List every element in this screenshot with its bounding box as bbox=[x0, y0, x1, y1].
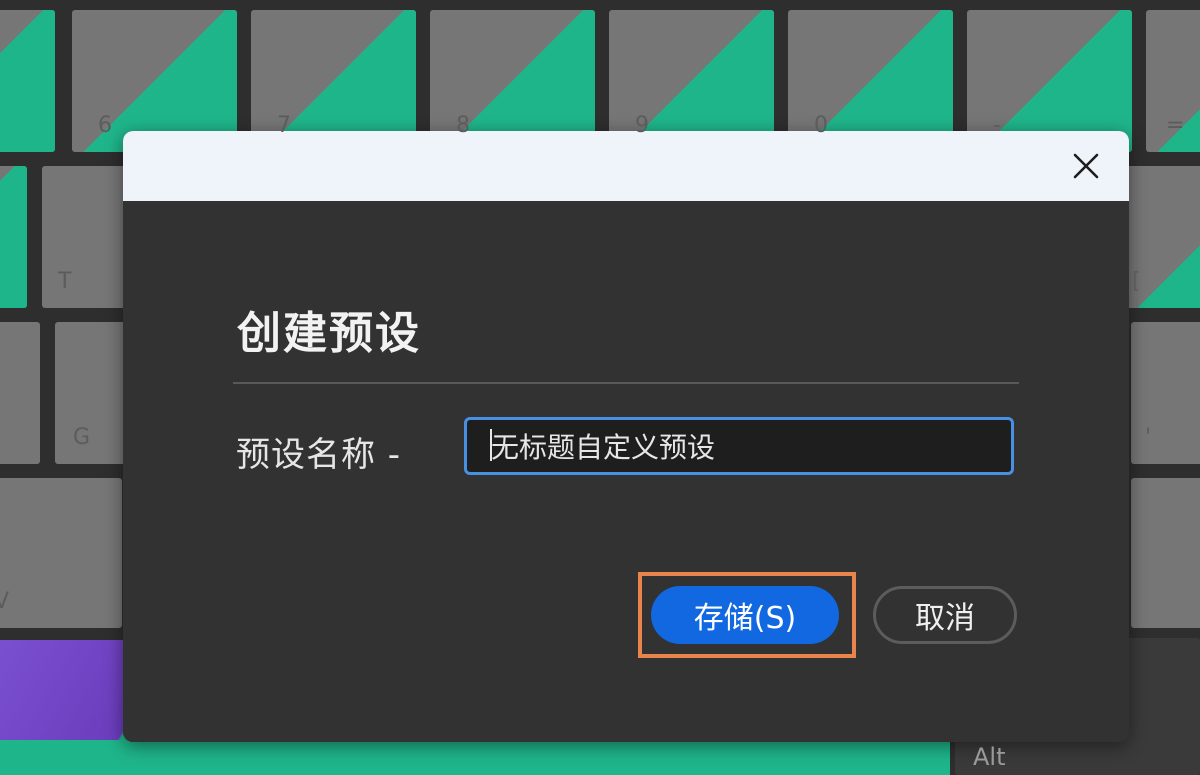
divider bbox=[233, 382, 1019, 384]
key-label: Alt bbox=[973, 743, 1006, 771]
key-label: - bbox=[993, 113, 1001, 138]
key-v: V bbox=[0, 478, 122, 628]
close-icon bbox=[1073, 153, 1099, 179]
key-equals: = bbox=[1146, 10, 1200, 152]
key-label: 7 bbox=[277, 113, 291, 138]
cancel-button[interactable]: 取消 bbox=[873, 586, 1017, 644]
text-cursor bbox=[490, 429, 492, 461]
key-label: ' bbox=[1145, 425, 1152, 450]
key-label: T bbox=[58, 269, 72, 294]
spacebar-key bbox=[0, 740, 950, 775]
dialog-titlebar bbox=[123, 131, 1129, 201]
create-preset-dialog: 创建预设 预设名称 - 存储(S) 取消 bbox=[123, 131, 1129, 742]
dialog-title: 创建预设 bbox=[237, 308, 421, 359]
save-button[interactable]: 存储(S) bbox=[651, 586, 839, 644]
key-quote: ' bbox=[1131, 322, 1200, 464]
key-bracket: [ bbox=[1126, 166, 1200, 308]
key-label: G bbox=[73, 425, 91, 450]
preset-name-label: 预设名称 - bbox=[236, 435, 402, 475]
key-label: V bbox=[0, 589, 10, 614]
key-r bbox=[0, 166, 27, 308]
key-f bbox=[0, 322, 40, 464]
close-button[interactable] bbox=[1069, 149, 1103, 183]
key-label: 0 bbox=[814, 113, 828, 138]
key-label: [ bbox=[1132, 269, 1141, 294]
preset-name-input[interactable] bbox=[464, 417, 1014, 475]
key-label: 6 bbox=[98, 113, 112, 138]
key-5 bbox=[0, 10, 55, 152]
key-right-shift bbox=[1131, 478, 1200, 628]
key-label: = bbox=[1166, 113, 1185, 138]
key-label: 8 bbox=[456, 113, 470, 138]
key-label: 9 bbox=[635, 113, 649, 138]
